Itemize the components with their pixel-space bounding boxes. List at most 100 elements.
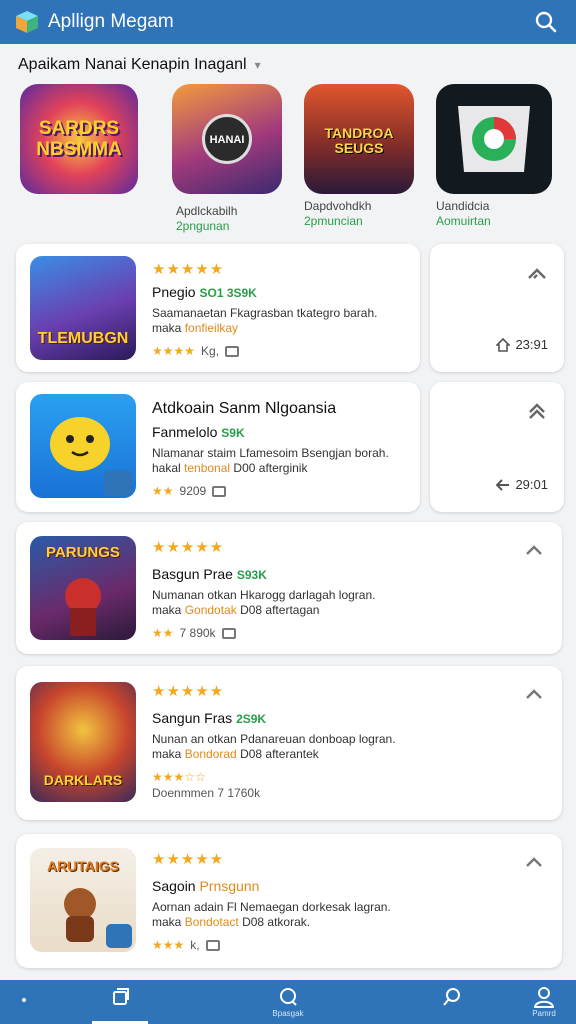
- rating-stars: ★★★★★: [152, 539, 225, 556]
- collapse-icon[interactable]: [524, 854, 544, 870]
- app-title: Basgun Prae S93K: [152, 566, 548, 582]
- app-tag: S9K: [221, 426, 245, 440]
- description-line: Aornan adain Fl Nemaegan dorkesak lagran…: [152, 900, 391, 914]
- description-text: D08 aftertagan: [240, 603, 320, 617]
- dot-icon: [22, 998, 26, 1002]
- description-highlight: Bondotact: [184, 915, 239, 929]
- nav-explore[interactable]: [432, 986, 472, 1020]
- double-chevron-up-icon[interactable]: [526, 402, 548, 420]
- app-icon: DARKLARS: [30, 682, 136, 802]
- cube-logo-icon: [14, 9, 40, 35]
- nav-search[interactable]: Bpasgak: [268, 986, 308, 1020]
- description-text: maka: [152, 747, 182, 761]
- featured-app-name: Uandidcia: [436, 199, 490, 213]
- meta-text: 7 890k: [179, 626, 216, 640]
- featured-app-subtitle: 2pmuncian: [304, 214, 363, 228]
- featured-app-subtitle: 2pngunan: [176, 219, 230, 233]
- profile-icon: [533, 987, 555, 1008]
- app-meta: ★★ 7 890k: [152, 626, 548, 640]
- featured-app-image: TANDROA SEUGS: [304, 84, 414, 194]
- description-line: Numanan otkan Hkarogg darlagah logran.: [152, 588, 376, 602]
- description-text: D08 afterantek: [240, 747, 319, 761]
- featured-name-block: Apdlckabilh 2pngunan: [176, 199, 237, 233]
- collapse-icon[interactable]: [524, 686, 544, 702]
- featured-app-image: [436, 84, 552, 194]
- description-text: maka: [152, 321, 182, 335]
- featured-art-shape: [458, 106, 530, 172]
- section-title: Apaikam Nanai Kenapin Inaganl: [18, 56, 247, 73]
- app-title: Sangun Fras 2S9K: [152, 710, 548, 726]
- top-app-bar: Apllign Megam: [0, 0, 576, 44]
- rating-stars: ★★★★★: [152, 261, 225, 278]
- featured-carousel: SARDRS NBSMMA HANAI TANDROA SEUGS Dapdvo…: [0, 84, 576, 234]
- side-count-text: 23:91: [515, 337, 548, 352]
- rating-stars: ★★★★★: [152, 683, 225, 700]
- app-icon: PARUNGS: [30, 536, 136, 640]
- nav-label: Bpasgak: [272, 1009, 304, 1018]
- description-highlight: Gondotak: [184, 603, 237, 617]
- description-line: Nlamanar staim Lfamesoim Bsengjan borah.: [152, 446, 389, 460]
- app-tag: SO1 3S9K: [199, 286, 257, 300]
- app-card[interactable]: Atdkoain Sanm Nlgoansia Fanmelolo S9K Nl…: [16, 382, 420, 512]
- library-icon: [113, 988, 129, 1005]
- app-headline: Atdkoain Sanm Nlgoansia: [152, 400, 337, 417]
- meta-text: 9209: [179, 484, 207, 498]
- app-meta: ★★ 9209: [152, 484, 406, 498]
- nav-label: Pamrd: [532, 1009, 556, 1018]
- featured-app[interactable]: HANAI: [172, 84, 282, 194]
- app-meta: ★★★☆☆ Doenmmen 7 1760k: [152, 770, 548, 800]
- side-card[interactable]: 29:01: [430, 382, 564, 512]
- meta-text: Doenmmen 7 1760k: [152, 786, 261, 800]
- nav-dot[interactable]: [4, 986, 44, 1020]
- collapse-icon[interactable]: [524, 542, 544, 558]
- bear-art: [64, 888, 132, 948]
- section-header[interactable]: Apaikam Nanai Kenapin Inaganl ▾: [18, 56, 261, 74]
- description-text: hakal: [152, 461, 181, 475]
- document-icon: [221, 627, 236, 639]
- app-description: Aornan adain Fl Nemaegan dorkesak lagran…: [152, 900, 548, 930]
- app-title-text: Sagoin: [152, 878, 196, 894]
- meta-text: k,: [190, 938, 200, 952]
- app-tag: S93K: [236, 568, 267, 582]
- app-tag: 2S9K: [236, 712, 267, 726]
- featured-app[interactable]: SARDRS NBSMMA: [20, 84, 138, 194]
- meta-stars: ★★★★: [152, 344, 196, 358]
- app-icon: ARUTAIGS: [30, 848, 136, 952]
- app-icon-art: DARKLARS: [43, 772, 123, 788]
- app-title: Apllign Megam: [48, 11, 174, 32]
- featured-app[interactable]: Uandidcia Aomuirtan: [436, 84, 552, 228]
- nav-library[interactable]: [100, 986, 140, 1020]
- description-line: Nunan an otkan Pdanareuan donboap logran…: [152, 732, 396, 746]
- app-icon: [30, 394, 136, 498]
- app-title: Sagoin Prnsgunn: [152, 878, 548, 894]
- meta-stars: ★★: [152, 626, 174, 640]
- description-text: D08 atkorak.: [242, 915, 311, 929]
- app-description: Saamanaetan Fkagrasban tkategro barah. m…: [152, 306, 406, 336]
- bottom-navigation: Bpasgak Pamrd: [0, 980, 576, 1024]
- side-card[interactable]: 23:91: [430, 244, 564, 372]
- app-icon-art: TLEMUBGN: [37, 330, 129, 347]
- featured-app-name: Apdlckabilh: [176, 204, 238, 218]
- featured-app[interactable]: TANDROA SEUGS Dapdvohdkh 2pmuncian: [304, 84, 414, 228]
- smiley-art: [50, 417, 132, 496]
- side-count: 29:01: [496, 477, 548, 492]
- search-icon[interactable]: [532, 8, 560, 36]
- app-card[interactable]: DARKLARS ★★★★★ Sangun Fras 2S9K Nunan an…: [16, 666, 562, 820]
- featured-app-image: SARDRS NBSMMA: [20, 84, 138, 194]
- description-highlight: tenbonal: [184, 461, 231, 475]
- app-icon: TLEMUBGN: [30, 256, 136, 360]
- description-text: maka: [152, 603, 182, 617]
- app-card[interactable]: ARUTAIGS ★★★★★ Sagoin Prnsgunn Aornan ad…: [16, 834, 562, 968]
- app-title: Pnegio SO1 3S9K: [152, 284, 406, 300]
- app-card[interactable]: TLEMUBGN ★★★★★ Pnegio SO1 3S9K Saamanaet…: [16, 244, 420, 372]
- meta-text: Kg,: [201, 344, 220, 358]
- featured-app-name: Dapdvohdkh: [304, 199, 372, 213]
- upvote-icon[interactable]: [526, 264, 548, 282]
- app-card[interactable]: PARUNGS ★★★★★ Basgun Prae S93K Numanan o…: [16, 522, 562, 654]
- meta-stars: ★★: [152, 484, 174, 498]
- app-description: Nlamanar staim Lfamesoim Bsengjan borah.…: [152, 446, 406, 476]
- nav-profile[interactable]: Pamrd: [524, 986, 564, 1020]
- document-icon: [205, 939, 220, 951]
- side-count: 23:91: [496, 337, 548, 352]
- document-icon: [212, 485, 227, 497]
